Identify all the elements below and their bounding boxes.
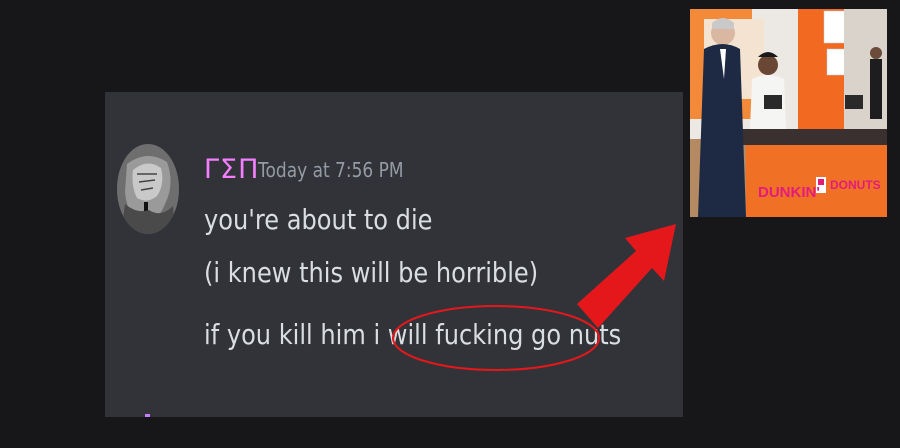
avatar-drawing <box>117 144 179 234</box>
screenshot-canvas: ΓΣΠ Today at 7:56 PM you're about to die… <box>0 0 900 448</box>
message-timestamp: Today at 7:56 PM <box>258 158 404 182</box>
user-avatar[interactable] <box>117 144 179 234</box>
username[interactable]: ΓΣΠ <box>204 154 259 185</box>
photo-scene: DUNKIN' DONUTS <box>690 9 887 217</box>
sign-dunkin-text: DUNKIN' <box>758 184 820 201</box>
sign-donuts-text: DONUTS <box>830 178 881 192</box>
message-line-1: you're about to die <box>204 203 433 236</box>
message-line-3: if you kill him i will fucking go nuts <box>204 318 622 351</box>
dunkin-donuts-photo: DUNKIN' DONUTS <box>690 9 887 217</box>
message-line-2: (i knew this will be horrible) <box>204 256 539 289</box>
next-message-edge <box>145 414 150 417</box>
discord-message-panel: ΓΣΠ Today at 7:56 PM you're about to die… <box>105 92 683 417</box>
